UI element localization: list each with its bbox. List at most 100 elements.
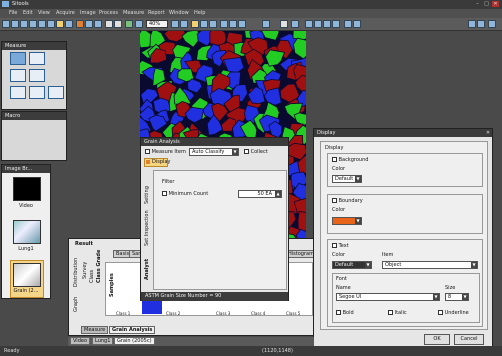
menu-report[interactable]: Report [148, 10, 165, 16]
tab-measure[interactable]: Measure [81, 326, 109, 334]
overlay-icon[interactable] [200, 20, 208, 28]
annotate-icon[interactable] [262, 20, 270, 28]
bold-checkbox[interactable] [336, 310, 341, 315]
text-checkbox[interactable] [332, 243, 337, 248]
menu-file[interactable]: File [9, 10, 17, 16]
background-checkbox[interactable] [332, 157, 337, 162]
undo-icon[interactable] [47, 20, 55, 28]
zoom-out-icon[interactable] [114, 20, 122, 28]
menu-view[interactable]: View [38, 10, 50, 16]
vtab-distribution[interactable]: Distribution [73, 257, 79, 287]
polygon-tool-icon[interactable] [29, 86, 45, 99]
font-name-select[interactable]: Segoe UI ▼ [336, 293, 440, 301]
line-icon[interactable] [280, 20, 288, 28]
boundary-color-select[interactable]: ▼ [332, 217, 362, 225]
filter-icon[interactable] [220, 20, 228, 28]
paste-icon[interactable] [38, 20, 46, 28]
table-icon[interactable] [305, 20, 313, 28]
chart-icon[interactable] [314, 20, 322, 28]
fit-icon[interactable] [125, 20, 133, 28]
grid-icon[interactable] [85, 20, 93, 28]
layers-icon[interactable] [94, 20, 102, 28]
vtab-set-inspection[interactable]: Set Inspection [144, 208, 150, 246]
doc-tab-video[interactable]: Video [70, 337, 91, 345]
help-icon[interactable] [488, 20, 496, 28]
report-icon[interactable] [323, 20, 331, 28]
boundary-checkbox[interactable] [332, 198, 337, 203]
font-size-select[interactable]: 8 ▼ [445, 293, 469, 301]
collect-checkbox[interactable] [244, 149, 249, 154]
vtab-survey[interactable]: Survey [82, 259, 88, 279]
menu-help[interactable]: Help [194, 10, 205, 16]
vtab-graph[interactable]: Graph [73, 294, 79, 312]
vtab-class-grade[interactable]: Class Grade [96, 250, 102, 283]
doc-tab-grain[interactable]: Grain (2005c) [114, 337, 155, 345]
ruler-icon[interactable] [291, 20, 299, 28]
contrast-icon[interactable] [229, 20, 237, 28]
rect-tool-icon[interactable] [29, 69, 45, 82]
open-icon[interactable] [2, 20, 10, 28]
measure-item-select[interactable]: Auto Classify ▼ [189, 148, 239, 156]
pan-icon[interactable] [171, 20, 179, 28]
copy-icon[interactable] [29, 20, 37, 28]
maximize-button[interactable]: □ [483, 1, 490, 7]
ellipse-tool-icon[interactable] [10, 86, 26, 99]
measure-item-checkbox[interactable] [145, 149, 150, 154]
text-color-select[interactable]: Default ▼ [332, 261, 372, 269]
measure-icon[interactable] [209, 20, 217, 28]
camera-icon[interactable] [56, 20, 64, 28]
menu-measure[interactable]: Measure [123, 10, 144, 16]
cascade-icon[interactable] [353, 20, 361, 28]
item-select[interactable]: Object ▼ [382, 261, 478, 269]
histogram-icon[interactable] [238, 20, 246, 28]
save-icon[interactable] [11, 20, 19, 28]
zoom-level-field[interactable]: 40% [146, 20, 168, 28]
cancel-button[interactable]: Cancel [454, 334, 484, 345]
italic-option[interactable]: Italic [388, 310, 407, 316]
export-icon[interactable] [332, 20, 340, 28]
collect-option[interactable]: Collect [244, 149, 268, 155]
min-count-option[interactable]: Minimum Count [162, 191, 208, 197]
print-icon[interactable] [20, 20, 28, 28]
tab-grain-analysis[interactable]: Grain Analysis [109, 326, 156, 334]
doc-tab-lung1[interactable]: Lung1 [92, 337, 114, 345]
menu-process[interactable]: Process [99, 10, 118, 16]
select-tool-icon[interactable] [10, 52, 26, 65]
min-count-input[interactable]: 50 EA ▲ [238, 190, 282, 198]
minimize-button[interactable]: – [474, 1, 481, 7]
menu-acquire[interactable]: Acquire [56, 10, 75, 16]
zoom-in-icon[interactable] [105, 20, 113, 28]
menu-image[interactable]: Image [80, 10, 96, 16]
boundary-option[interactable]: Boundary [332, 198, 363, 204]
freehand-tool-icon[interactable] [48, 86, 64, 99]
menu-edit[interactable]: Edit [23, 10, 33, 16]
underline-option[interactable]: Underline [438, 310, 469, 316]
bold-option[interactable]: Bold [336, 310, 354, 316]
thumbnail-lung[interactable] [13, 220, 41, 244]
background-option[interactable]: Background [332, 157, 368, 163]
text-option[interactable]: Text [332, 243, 349, 249]
layout-icon[interactable] [477, 20, 485, 28]
zoom-icon[interactable] [135, 20, 143, 28]
highlight-icon[interactable] [191, 20, 199, 28]
thumbnail-video[interactable] [13, 177, 41, 201]
settings-icon[interactable] [76, 20, 84, 28]
italic-checkbox[interactable] [388, 310, 393, 315]
ok-button[interactable]: OK [424, 334, 450, 345]
close-icon[interactable]: ✕ [484, 129, 492, 137]
min-count-checkbox[interactable] [162, 191, 167, 196]
menu-window[interactable]: Window [169, 10, 189, 16]
rotate-icon[interactable] [180, 20, 188, 28]
line-tool-icon[interactable] [29, 52, 45, 65]
thumbnail-grain[interactable] [13, 263, 41, 287]
vtab-analyst[interactable]: Analyst [144, 250, 150, 280]
capture-icon[interactable] [65, 20, 73, 28]
vtab-setting[interactable]: Setting [144, 174, 150, 204]
close-button[interactable]: ✕ [492, 1, 499, 7]
tile-icon[interactable] [344, 20, 352, 28]
underline-checkbox[interactable] [438, 310, 443, 315]
bg-color-select[interactable]: Default ▼ [332, 175, 362, 183]
distance-tool-icon[interactable] [10, 69, 26, 82]
vtab-class[interactable]: Class [89, 253, 95, 283]
panel-icon[interactable] [468, 20, 476, 28]
